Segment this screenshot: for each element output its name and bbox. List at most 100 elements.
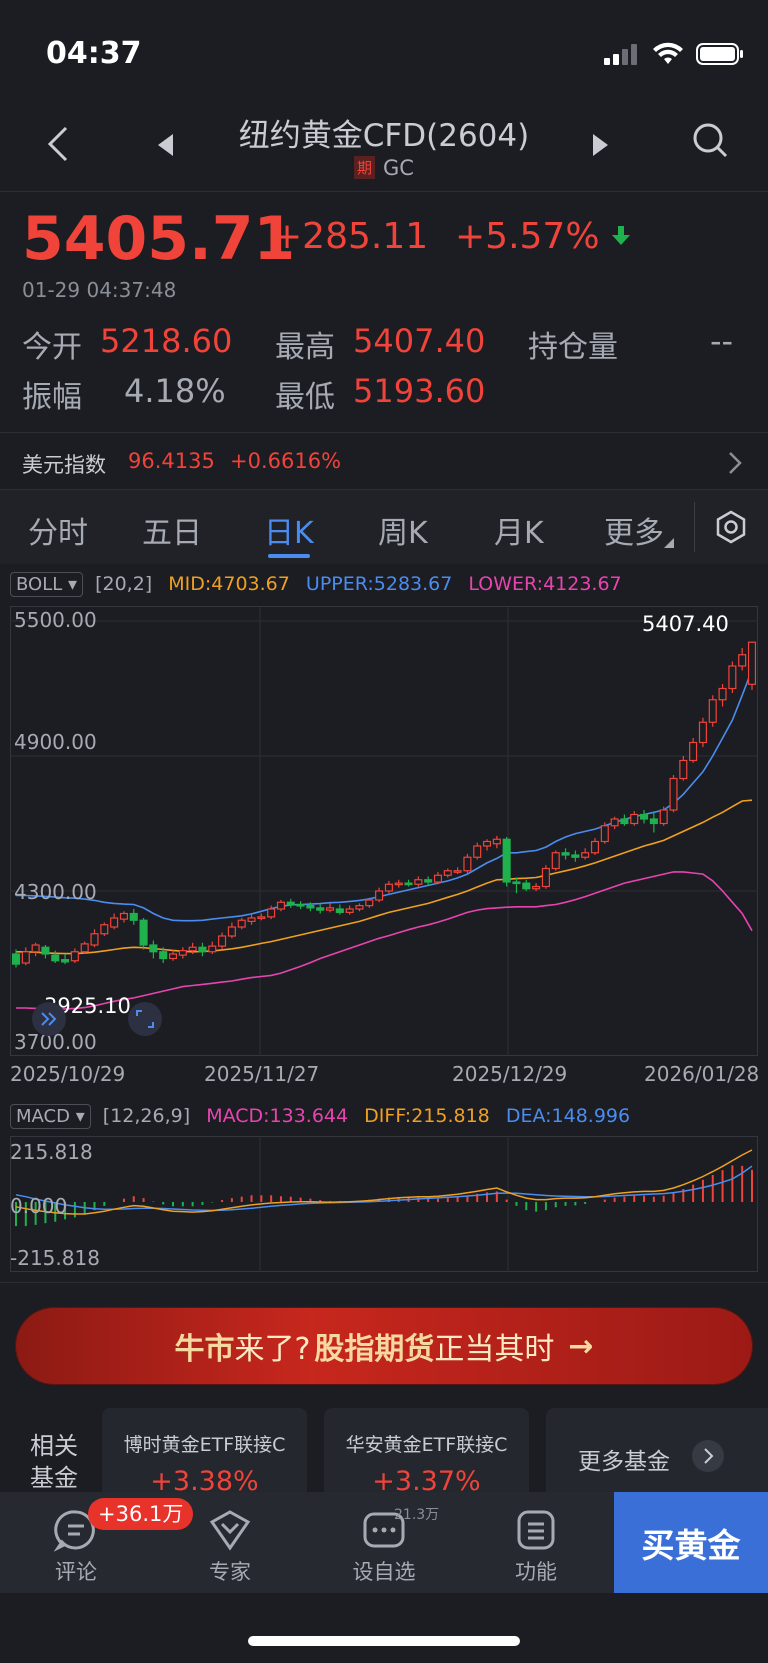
expert-icon [209, 1510, 251, 1551]
home-area [0, 1593, 768, 1663]
candle-down [571, 854, 580, 858]
kline-chart[interactable]: 5500.00 4900.00 4300.00 3700.00 5407.40 … [10, 606, 758, 1056]
candle-up [80, 943, 89, 953]
usd-index-row[interactable]: 美元指数 96.4135 +0.6616% [0, 432, 768, 490]
candle-up [355, 905, 364, 910]
candle-up [669, 777, 678, 811]
indicator-select-boll[interactable]: BOLL ▾ [10, 572, 84, 597]
candle-up [90, 933, 99, 946]
candle-up [708, 699, 717, 723]
function-icon [517, 1510, 555, 1550]
tab-daily-k[interactable]: 日K [264, 508, 314, 552]
macd-chart[interactable]: 215.818 0.000 -215.818 [10, 1136, 758, 1272]
more-funds-label: 更多基金 [578, 1449, 670, 1475]
candle-up [473, 845, 482, 858]
search-icon[interactable] [692, 122, 728, 158]
candle-up [738, 654, 747, 667]
candle-up [532, 885, 541, 890]
candle-down [404, 882, 413, 886]
nav-function[interactable]: 功能 [466, 1492, 606, 1593]
futures-badge: 期 [354, 156, 376, 179]
fullscreen-button[interactable] [128, 1002, 162, 1036]
macd-value: MACD:133.644 [206, 1105, 349, 1127]
indicator-select-macd[interactable]: MACD ▾ [10, 1104, 91, 1129]
candle-down [316, 907, 325, 911]
quote-timestamp: 01-29 04:37:48 [22, 278, 177, 302]
low-label: 最低 [275, 380, 335, 415]
candle-down [306, 905, 315, 909]
down-arrow-icon [612, 226, 630, 245]
chevron-right-icon [729, 452, 742, 474]
boll-mid: MID:4703.67 [168, 573, 290, 595]
banner-text-2: 来了? [234, 1332, 311, 1367]
candle-up [119, 912, 128, 920]
battery-icon [696, 43, 743, 65]
macd-y-tick: 0.000 [10, 1194, 68, 1218]
boll-legend: BOLL ▾ [20,2] MID:4703.67 UPPER:5283.67 … [10, 572, 622, 597]
y-tick-label: 4300.00 [14, 880, 97, 904]
tab-five-day[interactable]: 五日 [142, 508, 202, 552]
candle-up [689, 741, 698, 762]
low-value: 5193.60 [353, 372, 486, 410]
tab-more[interactable]: 更多 [604, 508, 664, 552]
candle-down [335, 908, 344, 913]
candle-down [640, 813, 649, 820]
candle-up [188, 946, 197, 952]
macd-diff: DIFF:215.818 [364, 1105, 490, 1127]
candle-up [168, 953, 178, 960]
watchlist-count: 21.3万 [394, 1507, 440, 1523]
candle-up [208, 945, 217, 953]
candle-up [630, 813, 639, 825]
nav-comment-label: 评论 [55, 1560, 97, 1584]
banner-text-4: 正当其时 [434, 1332, 555, 1367]
nav-function-label: 功能 [515, 1560, 557, 1584]
candle-up [659, 809, 668, 825]
candle-up [110, 917, 119, 928]
candle-up [718, 687, 727, 701]
candle-up [443, 870, 452, 876]
candle-up [237, 919, 246, 928]
last-price: 5405.71 [22, 204, 296, 274]
candle-down [129, 912, 138, 921]
status-time: 04:37 [46, 36, 142, 71]
candle-down [51, 954, 60, 962]
candle-down [649, 818, 658, 825]
tab-intraday[interactable]: 分时 [28, 508, 88, 552]
candle-up [492, 838, 501, 845]
candle-down [424, 879, 433, 883]
settings-icon[interactable] [714, 510, 748, 544]
usd-index-value: 96.4135 [128, 449, 215, 473]
tab-monthly-k[interactable]: 月K [494, 508, 544, 552]
candle-up [31, 944, 40, 953]
candle-up [747, 641, 757, 685]
period-tabs: 分时 五日 日K 周K 月K 更多 [0, 490, 768, 564]
nav-expert[interactable]: 专家 [160, 1492, 300, 1593]
next-contract-icon[interactable] [592, 134, 608, 156]
candle-up [178, 950, 187, 956]
y-tick-label: 4900.00 [14, 730, 97, 754]
banner-arrow-icon: → [568, 1328, 594, 1364]
page-subtitle: 期 GC [0, 156, 768, 180]
y-tick-label: 5500.00 [14, 608, 97, 632]
kline-svg [10, 606, 758, 1056]
expand-left-button[interactable] [32, 1002, 66, 1036]
macd-legend: MACD ▾ [12,26,9] MACD:133.644 DIFF:215.8… [10, 1104, 630, 1129]
candle-up [728, 665, 737, 690]
promo-banner[interactable]: 牛市 来了? 股指期货 正当其时 → [16, 1308, 752, 1384]
tab-weekly-k[interactable]: 周K [378, 508, 428, 552]
boll-lower: LOWER:4123.67 [468, 573, 622, 595]
nav-add-watchlist[interactable]: 21.3万 设自选 [314, 1492, 454, 1593]
candle-up [483, 840, 492, 847]
buy-gold-button[interactable]: 买黄金 [614, 1492, 768, 1593]
cellular-signal-icon [604, 44, 637, 65]
max-price-label: 5407.40 [642, 612, 729, 636]
candle-up [679, 759, 688, 780]
candle-up [100, 924, 109, 935]
home-indicator[interactable] [248, 1636, 520, 1646]
boll-upper-line [16, 669, 753, 922]
nav-expert-label: 专家 [209, 1560, 251, 1584]
x-tick-label: 2025/10/29 [10, 1062, 126, 1086]
x-tick-label: 2025/12/29 [452, 1062, 568, 1086]
candle-up [698, 721, 707, 744]
open-interest-label: 持仓量 [528, 330, 618, 365]
